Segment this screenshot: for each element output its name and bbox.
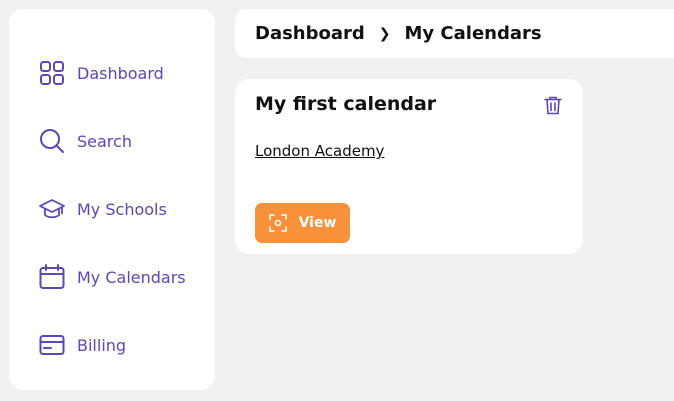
chevron-right-icon: ❯ [378, 25, 391, 42]
sidebar-item-my-schools[interactable]: My Schools [39, 194, 167, 224]
sidebar-item-label: Billing [77, 335, 127, 355]
sidebar: Dashboard Search My Schools My Calendars… [9, 9, 215, 390]
sidebar-item-my-calendars[interactable]: My Calendars [39, 262, 186, 292]
school-link[interactable]: London Academy [255, 142, 384, 160]
calendar-card: My first calendar London Academy View [235, 79, 583, 254]
sidebar-item-label: My Calendars [77, 267, 186, 287]
view-button[interactable]: View [255, 203, 350, 243]
sidebar-item-label: My Schools [77, 199, 167, 219]
graduation-cap-icon [39, 196, 65, 222]
dashboard-grid-icon [39, 60, 65, 86]
calendar-icon [39, 264, 65, 290]
sidebar-item-billing[interactable]: Billing [39, 330, 126, 360]
search-icon [39, 128, 65, 154]
sidebar-item-dashboard[interactable]: Dashboard [39, 58, 164, 88]
breadcrumb-item-dashboard[interactable]: Dashboard [255, 23, 365, 44]
trash-icon[interactable] [543, 95, 563, 115]
scan-icon [268, 214, 287, 232]
credit-card-icon [39, 332, 65, 358]
sidebar-item-label: Search [77, 131, 132, 151]
breadcrumb: Dashboard ❯ My Calendars [235, 9, 674, 58]
sidebar-item-search[interactable]: Search [39, 126, 132, 156]
breadcrumb-item-current: My Calendars [404, 23, 542, 44]
sidebar-item-label: Dashboard [77, 63, 164, 83]
view-button-label: View [298, 215, 337, 231]
calendar-card-title: My first calendar [255, 93, 437, 115]
